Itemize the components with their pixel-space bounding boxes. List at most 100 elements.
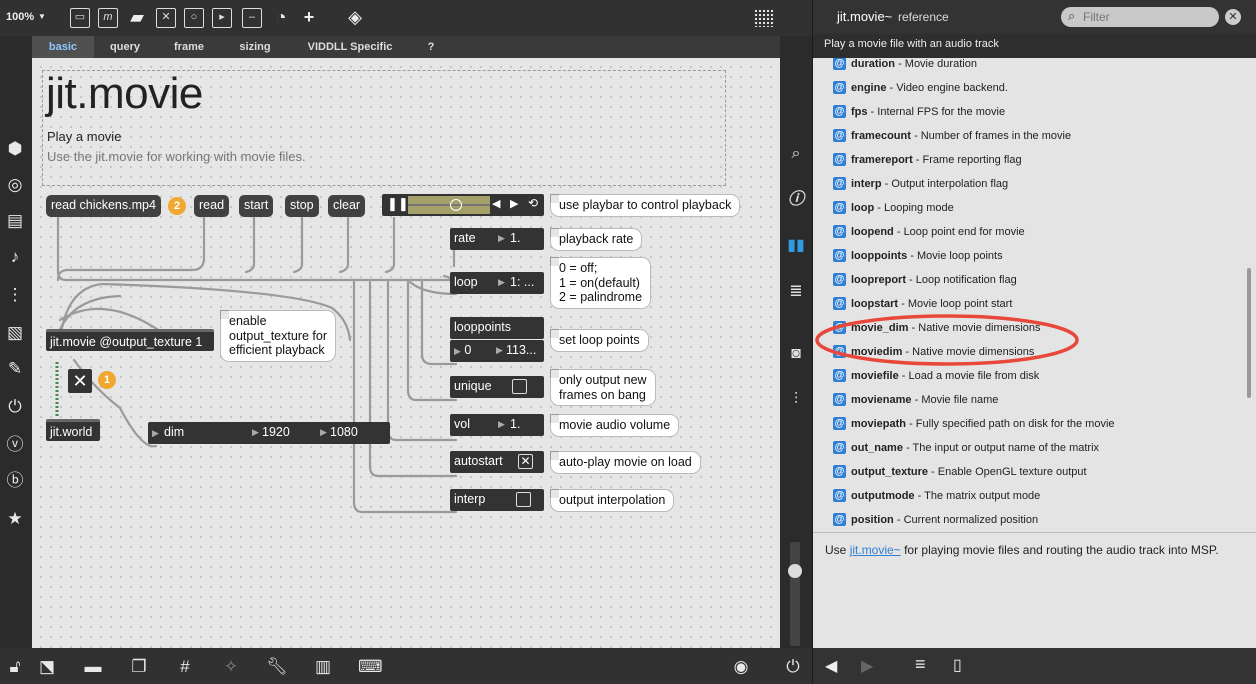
document-icon[interactable]: ▯ xyxy=(953,655,962,675)
playbar-comment: use playbar to control playback xyxy=(550,194,741,217)
attr-value[interactable]: 1080 xyxy=(330,422,358,443)
info-icon[interactable]: ⓘ xyxy=(784,188,808,212)
tab-basic[interactable]: basic xyxy=(32,36,94,58)
comment-line: 0 = off; xyxy=(559,261,598,275)
reference-book-icon[interactable]: ▮▮ xyxy=(784,234,808,258)
jit-world-object[interactable]: jit.world xyxy=(46,419,100,441)
mixer-icon[interactable]: ⫶ xyxy=(784,388,808,412)
attr-value[interactable]: 1. xyxy=(510,414,520,435)
loop-icon[interactable]: ⟲ xyxy=(528,196,538,210)
clock-icon[interactable]: ◉ xyxy=(730,656,752,678)
target-icon[interactable]: ◎ xyxy=(4,174,26,196)
tab-frame[interactable]: frame xyxy=(156,36,222,58)
unique-checkbox[interactable] xyxy=(512,379,527,394)
zoom-chevron-down-icon[interactable]: ▼ xyxy=(38,12,46,21)
read-message[interactable]: read xyxy=(194,195,230,217)
forward-icon[interactable]: ▶ xyxy=(861,656,873,676)
pause-icon[interactable]: ❚❚ xyxy=(387,196,409,212)
playbar-knob[interactable] xyxy=(450,199,462,211)
presentation-arrow-icon[interactable]: ⬔ xyxy=(36,656,58,678)
clear-message[interactable]: clear xyxy=(328,195,366,217)
tab-help[interactable]: ? xyxy=(412,36,450,58)
slider-icon[interactable]: – xyxy=(242,8,262,28)
plug-icon[interactable]: ⏻ xyxy=(4,396,26,418)
dim-attrui[interactable]: ▶ dim ▶ 1920 ▶ 1080 xyxy=(148,422,390,444)
triangle-icon: ▶ xyxy=(498,277,505,287)
vizzie-icon[interactable]: ⓥ xyxy=(4,434,26,456)
cube-icon[interactable]: ⬢ xyxy=(4,138,26,160)
patcher-bottom-bar: 🔓︎ ⬔ ▬ ❐ # ✧ 🔧︎ ▥ ⌨ ◉ ⏻ xyxy=(0,648,812,684)
new-object-icon[interactable]: ▭ xyxy=(70,8,90,28)
unique-attrui[interactable]: unique xyxy=(450,376,544,398)
keyboard-icon[interactable]: ⌨ xyxy=(358,656,383,678)
zoom-level[interactable]: 100% xyxy=(6,11,34,23)
attr-value[interactable]: 1: ... xyxy=(510,272,534,293)
piano-icon[interactable]: ▥ xyxy=(312,656,334,678)
beap-icon[interactable]: ⓑ xyxy=(4,470,26,492)
vol-attrui[interactable]: vol ▶ 1. xyxy=(450,414,544,436)
start-message[interactable]: start xyxy=(239,195,274,217)
music-note-icon[interactable]: ♪ xyxy=(4,246,26,268)
list-icon[interactable]: ≣ xyxy=(784,280,808,304)
attr-value[interactable]: 0 xyxy=(464,343,471,357)
filter-field[interactable]: ⌕ xyxy=(1061,7,1219,27)
video-icon[interactable]: ▤ xyxy=(4,210,26,232)
patcher-canvas[interactable]: jit.movie Play a movie Use the jit.movie… xyxy=(32,58,780,648)
triangle-icon: ▶ xyxy=(152,428,159,438)
camera-icon[interactable]: ◙ xyxy=(784,342,808,366)
image-icon[interactable]: ▧ xyxy=(4,322,26,344)
title-panel: jit.movie Play a movie Use the jit.movie… xyxy=(42,69,726,186)
loop-attrui[interactable]: loop ▶ 1: ... xyxy=(450,272,544,294)
usage-link[interactable]: jit.movie~ xyxy=(850,543,901,557)
clear-filter-icon[interactable]: ✕ xyxy=(1225,9,1241,25)
playbar[interactable]: ❚❚ ◀ ▶ ⟲ xyxy=(382,194,544,216)
back-icon[interactable]: ◀ xyxy=(825,656,837,676)
paperclip-icon[interactable]: ✎ xyxy=(4,358,26,380)
power-icon[interactable]: ⏻ xyxy=(782,656,804,678)
grid-icon[interactable] xyxy=(754,9,774,27)
lock-icon[interactable]: 🔓︎ xyxy=(4,656,26,678)
attr-value[interactable]: 1920 xyxy=(262,422,290,443)
tab-sizing[interactable]: sizing xyxy=(222,36,288,58)
autostart-checkbox[interactable]: ✕ xyxy=(518,454,533,469)
volume-knob[interactable] xyxy=(788,564,802,578)
rate-attrui[interactable]: rate ▶ 1. xyxy=(450,228,544,250)
read-chickens-message[interactable]: read chickens.mp4 xyxy=(46,195,161,217)
paint-bucket-icon[interactable]: ◈ xyxy=(344,6,366,28)
patch-cord xyxy=(368,280,458,478)
filter-input[interactable] xyxy=(1083,9,1203,25)
message-box-icon[interactable]: m xyxy=(98,8,118,28)
looppoints-values[interactable]: ▶ 0 ▶ 113... xyxy=(450,340,544,362)
wrench-icon[interactable]: 🔧︎ xyxy=(266,656,288,678)
playbar-icon[interactable]: ▸ xyxy=(212,8,232,28)
debug-icon[interactable]: ✧ xyxy=(220,656,242,678)
sequence-icon[interactable]: ⋮ xyxy=(4,284,26,306)
tab-query[interactable]: query xyxy=(94,36,156,58)
attr-value[interactable]: 1. xyxy=(510,228,520,249)
step-back-icon[interactable]: ◀ xyxy=(492,197,500,210)
add-icon[interactable]: + xyxy=(298,6,320,28)
attr-value[interactable]: 113... xyxy=(506,340,536,361)
windows-icon[interactable]: ❐ xyxy=(128,656,150,678)
highlight-ellipse xyxy=(815,314,1079,366)
tab-viddll-specific[interactable]: VIDDLL Specific xyxy=(288,36,412,58)
stop-message[interactable]: stop xyxy=(285,195,319,217)
autostart-attrui[interactable]: autostart ✕ xyxy=(450,451,544,473)
grid-toggle-icon[interactable]: # xyxy=(174,656,196,678)
menu-icon[interactable]: ≡ xyxy=(915,654,926,675)
presentation-icon[interactable]: ▬ xyxy=(82,656,104,678)
toggle-icon[interactable]: ✕ xyxy=(156,8,176,28)
dial-icon[interactable]: ◔ xyxy=(270,6,292,28)
looppoints-attrui[interactable]: looppoints xyxy=(450,317,544,339)
interp-attrui[interactable]: interp xyxy=(450,489,544,511)
step-forward-icon[interactable]: ▶ xyxy=(510,197,518,210)
search-icon[interactable]: ⌕ xyxy=(784,142,808,166)
toggle[interactable]: ✕ xyxy=(68,369,92,393)
button-icon[interactable]: ○ xyxy=(184,8,204,28)
star-icon[interactable]: ★ xyxy=(4,508,26,530)
jit-movie-object[interactable]: jit.movie @output_texture 1 xyxy=(46,329,214,351)
attribute-list[interactable]: @ duration - Movie duration @ engine - Vide… xyxy=(813,58,1256,532)
volume-meter[interactable] xyxy=(788,542,802,646)
comment-icon[interactable]: ▰ xyxy=(126,6,148,28)
interp-checkbox[interactable] xyxy=(516,492,531,507)
